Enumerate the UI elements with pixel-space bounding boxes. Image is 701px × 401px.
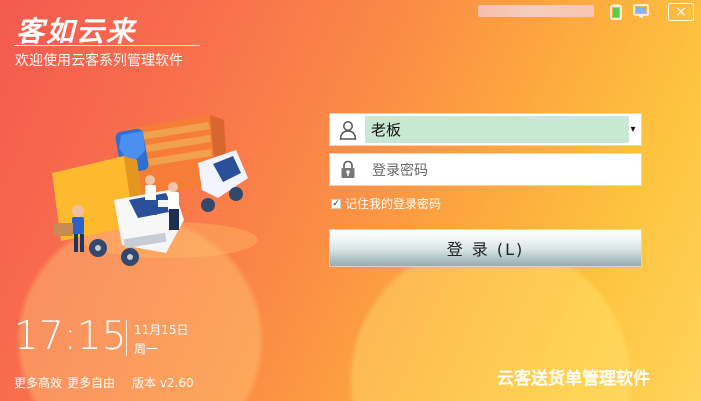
remember-password-label: 记住我的登录密码 <box>345 197 442 211</box>
chevron-down-icon[interactable]: ▾ <box>627 116 639 143</box>
clock-date: 11月15日 <box>134 323 189 337</box>
brand-name: 云客送货单管理软件 <box>497 369 650 389</box>
logo: 客如云来 <box>16 15 137 48</box>
login-button-label: 登 录 (L) <box>446 240 525 259</box>
footer-link-free[interactable]: 更多自由 <box>67 374 115 391</box>
username-select[interactable]: 老板 ▾ <box>329 113 642 146</box>
username-value: 老板 <box>365 116 629 143</box>
monitor-icon[interactable] <box>632 3 650 20</box>
clock-weekday: 周一 <box>134 342 159 356</box>
lock-icon <box>330 154 365 185</box>
footer-links: 更多高效 更多自由 <box>14 374 115 391</box>
version-label: 版本 v2.60 <box>132 376 194 390</box>
user-icon <box>330 114 365 145</box>
clock-time: 17:15 <box>14 314 127 359</box>
delivery-trucks-illustration <box>42 108 262 268</box>
login-button[interactable]: 登 录 (L) <box>329 229 642 267</box>
close-icon: × <box>675 4 687 20</box>
logo-divider <box>14 45 200 46</box>
close-button[interactable]: × <box>668 3 694 21</box>
checkmark-icon[interactable]: ✓ <box>331 198 341 209</box>
battery-icon <box>607 3 625 20</box>
subtitle: 欢迎使用云客系列管理软件 <box>15 53 183 69</box>
masked-title-text <box>478 5 594 17</box>
password-placeholder: 登录密码 <box>372 162 428 179</box>
password-field[interactable]: 登录密码 <box>329 153 642 186</box>
remember-password-checkbox[interactable]: ✓ 记住我的登录密码 <box>331 195 441 212</box>
clock-divider <box>126 320 127 356</box>
footer-link-efficient[interactable]: 更多高效 <box>14 374 62 391</box>
